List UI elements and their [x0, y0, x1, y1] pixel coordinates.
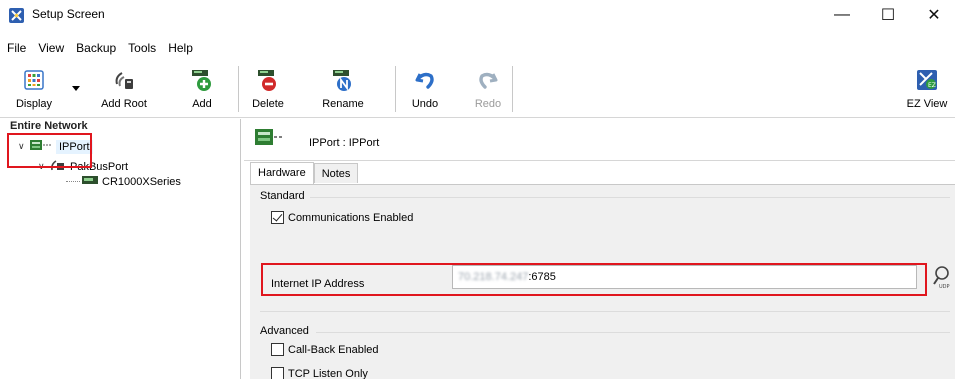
delete-label: Delete: [252, 98, 284, 110]
tcp-listen-only-label: TCP Listen Only: [288, 367, 368, 379]
display-dropdown-icon[interactable]: [72, 86, 80, 91]
toolbar-separator: [395, 66, 396, 112]
minimize-button[interactable]: —: [819, 0, 865, 30]
toolbar-separator: [512, 66, 513, 112]
magnifier-icon: UDP: [933, 266, 950, 290]
tree-header: Entire Network: [10, 120, 88, 132]
ez-view-button[interactable]: EZ EZ View: [904, 64, 950, 116]
svg-text:EZ: EZ: [928, 82, 936, 89]
menu-bar: File View Backup Tools Help: [0, 38, 198, 58]
call-back-enabled-row[interactable]: Call-Back Enabled: [271, 343, 379, 356]
add-label: Add: [192, 98, 212, 110]
close-button[interactable]: ✕: [911, 0, 955, 30]
svg-text:UDP: UDP: [939, 284, 950, 290]
delete-button[interactable]: Delete: [250, 64, 286, 116]
tree-connector: [66, 181, 80, 182]
communications-enabled-checkbox[interactable]: [271, 211, 284, 224]
add-root-label: Add Root: [101, 98, 147, 110]
display-grid-icon: [22, 68, 46, 92]
network-tree-panel: Entire Network ∨ IPPort ∨ PakBusPort CR1…: [0, 119, 241, 379]
undo-label: Undo: [411, 98, 439, 110]
delete-device-icon: [256, 68, 280, 92]
ipport-highlight-box: [7, 133, 92, 168]
window-title: Setup Screen: [32, 7, 105, 21]
ipport-large-icon: [255, 128, 285, 153]
undo-icon: [413, 68, 437, 92]
group-divider: [316, 332, 950, 333]
udp-search-button[interactable]: UDP: [929, 263, 955, 291]
toolbar: Display Add Root Add Delete Rename Undo …: [0, 60, 955, 118]
add-device-icon: [190, 68, 214, 92]
maximize-button[interactable]: ☐: [865, 0, 911, 30]
menu-help[interactable]: Help: [161, 38, 198, 58]
undo-button[interactable]: Undo: [408, 64, 442, 116]
display-button[interactable]: Display: [4, 64, 64, 116]
menu-view[interactable]: View: [31, 38, 69, 58]
app-icon: [9, 8, 24, 23]
tcp-listen-only-checkbox[interactable]: [271, 367, 284, 379]
advanced-group-label: Advanced: [260, 325, 309, 337]
add-root-button[interactable]: Add Root: [96, 64, 152, 116]
rename-button[interactable]: Rename: [318, 64, 368, 116]
toolbar-separator: [238, 66, 239, 112]
hardware-tab-body: Standard Communications Enabled Internet…: [250, 184, 955, 379]
redo-icon: [476, 68, 500, 92]
rename-device-icon: [331, 68, 355, 92]
menu-tools[interactable]: Tools: [121, 38, 161, 58]
device-tabs: Hardware Notes: [250, 162, 359, 184]
ez-view-label: EZ View: [906, 98, 948, 110]
tab-notes[interactable]: Notes: [313, 163, 359, 183]
datalogger-icon: [82, 175, 98, 188]
communications-enabled-row[interactable]: Communications Enabled: [271, 211, 413, 224]
redo-button[interactable]: Redo: [472, 64, 504, 116]
standard-group-label: Standard: [260, 190, 305, 202]
redo-label: Redo: [474, 98, 502, 110]
device-settings-pane: IPPort : IPPort Hardware Notes Standard …: [244, 119, 955, 379]
display-label: Display: [15, 98, 53, 110]
menu-backup[interactable]: Backup: [69, 38, 121, 58]
device-header-title: IPPort : IPPort: [309, 137, 380, 149]
communications-enabled-label: Communications Enabled: [288, 211, 414, 224]
group-divider: [260, 311, 950, 312]
device-header: IPPort : IPPort: [244, 119, 955, 161]
ip-address-highlight-box: [261, 263, 927, 296]
rename-label: Rename: [322, 98, 364, 110]
tree-node-label: CR1000XSeries: [102, 175, 181, 188]
tcp-listen-only-row[interactable]: TCP Listen Only: [271, 367, 368, 379]
call-back-enabled-label: Call-Back Enabled: [288, 343, 379, 356]
menu-file[interactable]: File: [0, 38, 31, 58]
tab-hardware[interactable]: Hardware: [250, 162, 314, 184]
ez-view-icon: EZ: [915, 68, 939, 92]
add-button[interactable]: Add: [187, 64, 217, 116]
add-root-icon: [112, 68, 136, 92]
title-bar: Setup Screen — ☐ ✕: [0, 0, 955, 30]
tree-node-cr1000xseries[interactable]: CR1000XSeries: [66, 175, 181, 188]
call-back-enabled-checkbox[interactable]: [271, 343, 284, 356]
group-divider: [310, 197, 950, 198]
